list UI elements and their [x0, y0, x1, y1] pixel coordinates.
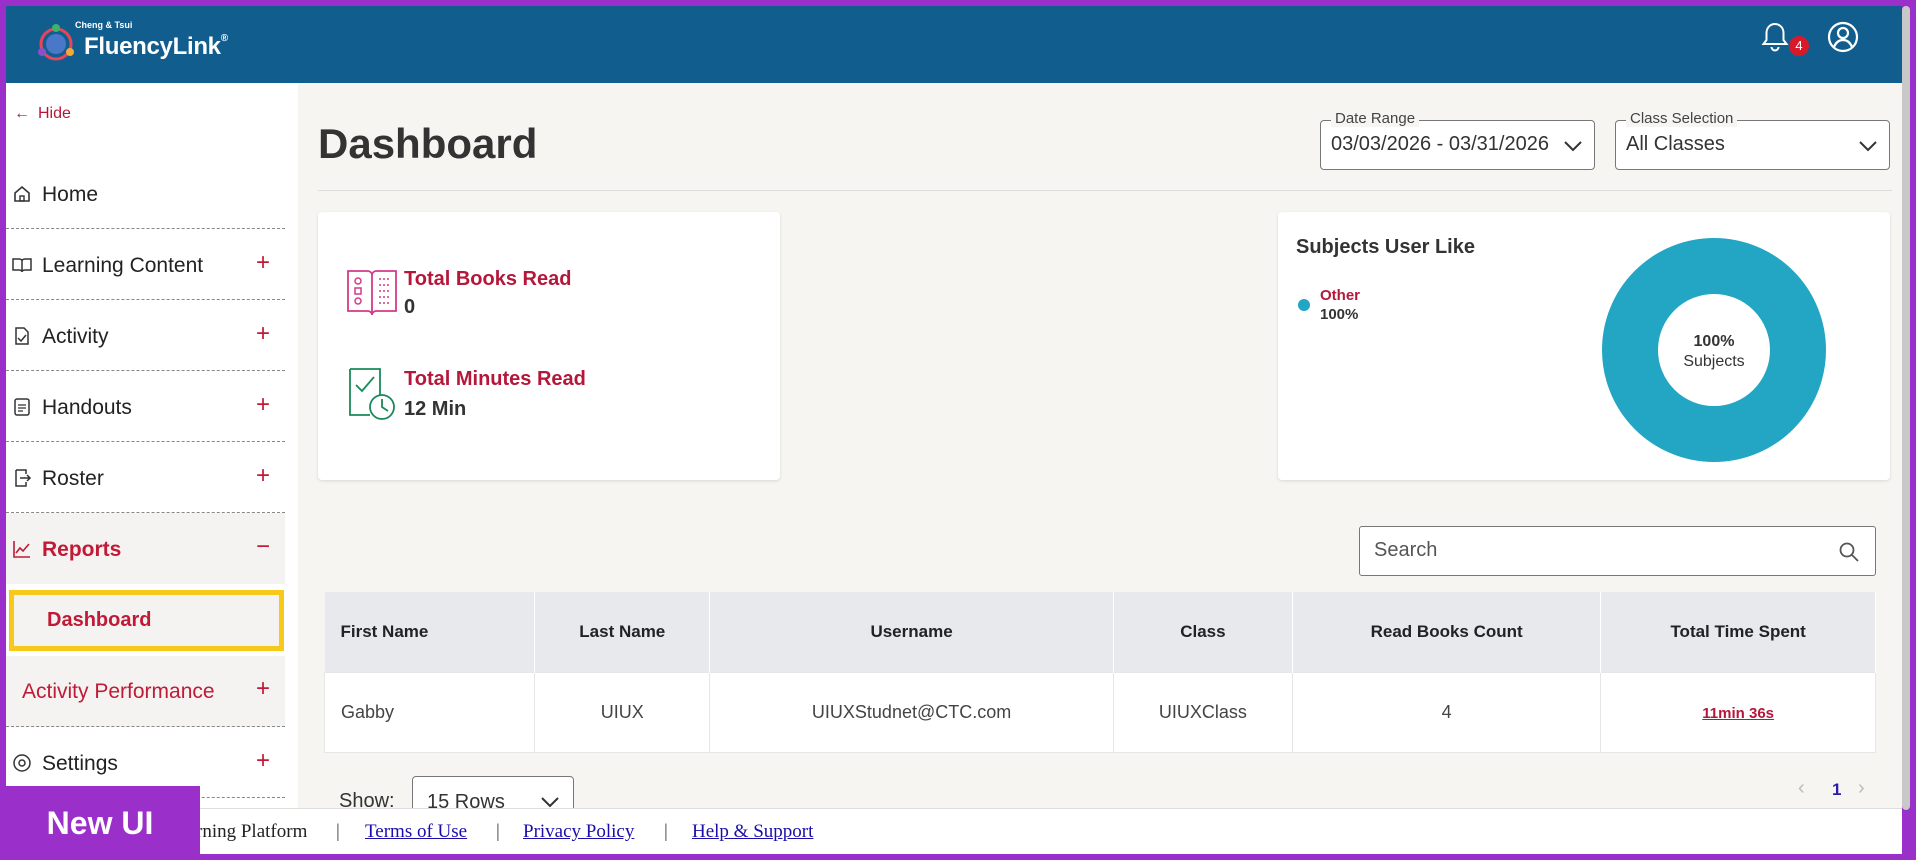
sidebar-item-home[interactable]: Home — [6, 158, 285, 229]
sidebar-item-label: Learning Content — [42, 254, 204, 277]
handout-icon — [14, 398, 30, 416]
page-title: Dashboard — [318, 120, 538, 167]
class-selection-value: All Classes — [1626, 133, 1725, 155]
search-input[interactable] — [1374, 539, 1814, 562]
sidebar-item-label: Settings — [42, 752, 118, 775]
top-bar: Cheng & Tsui FluencyLink® 4 — [6, 6, 1902, 83]
privacy-policy-link[interactable]: Privacy Policy — [523, 821, 634, 843]
footer-platform-text: rning Platform — [196, 821, 308, 842]
class-selection-dropdown[interactable]: Class Selection All Classes — [1615, 110, 1890, 170]
app-window: Cheng & Tsui FluencyLink® 4 ← Hide Home L… — [6, 6, 1902, 854]
date-range-caption: Date Range — [1331, 110, 1420, 127]
cell-total-time: 11min 36s — [1600, 671, 1876, 753]
subjects-donut-chart: 100% Subjects — [1602, 238, 1826, 462]
sidebar-item-roster[interactable]: Roster + — [6, 442, 285, 513]
donut-center-percent: 100% — [1694, 333, 1735, 350]
roster-icon — [15, 469, 32, 487]
book-list-icon — [347, 270, 397, 316]
donut-slice-other — [1602, 238, 1826, 462]
sidebar-subitem-dashboard[interactable]: Dashboard — [9, 590, 284, 651]
chart-line-icon — [13, 541, 30, 558]
column-header[interactable]: Class — [1113, 592, 1294, 672]
sidebar: ← Hide Home Learning Content + Activity +… — [6, 83, 298, 854]
expand-plus-icon[interactable]: + — [256, 675, 270, 703]
search-box — [1359, 526, 1876, 576]
column-header[interactable]: First Name — [324, 592, 536, 672]
sidebar-item-handouts[interactable]: Handouts + — [6, 371, 285, 442]
divider — [318, 190, 1892, 191]
sidebar-item-label: Handouts — [42, 396, 132, 419]
search-icon[interactable] — [1838, 541, 1860, 563]
total-minutes-value: 12 Min — [404, 398, 467, 420]
page-number[interactable]: 1 — [1832, 780, 1841, 800]
table-row: Gabby UIUX UIUXStudnet@CTC.com UIUXClass… — [323, 671, 1876, 753]
help-support-link[interactable]: Help & Support — [692, 821, 813, 843]
arrow-left-icon: ← — [14, 105, 30, 122]
chevron-down-icon — [1564, 141, 1582, 152]
legend-percent: 100% — [1320, 306, 1359, 323]
total-time-link[interactable]: 11min 36s — [1702, 705, 1774, 722]
expand-plus-icon[interactable]: + — [256, 462, 270, 490]
date-range-value: 03/03/2026 - 03/31/2026 — [1331, 133, 1549, 155]
user-account-icon[interactable] — [1826, 20, 1860, 54]
stats-card: Total Books Read 0 Total Minutes Read 12… — [318, 212, 780, 480]
expand-plus-icon[interactable]: + — [256, 249, 270, 277]
total-books-value: 0 — [404, 296, 416, 318]
sidebar-subitem-activity-performance[interactable]: Activity Performance + — [6, 656, 285, 727]
logo[interactable]: Cheng & Tsui FluencyLink® — [34, 16, 244, 66]
cell-read-books-count: 4 — [1292, 671, 1602, 753]
sidebar-item-activity[interactable]: Activity + — [6, 300, 285, 371]
column-header[interactable]: Last Name — [534, 592, 711, 672]
open-book-icon — [12, 258, 32, 273]
gear-icon — [13, 754, 31, 772]
hide-sidebar-button[interactable]: ← Hide — [14, 105, 71, 123]
sidebar-item-label: Roster — [42, 467, 104, 490]
class-selection-caption: Class Selection — [1626, 110, 1738, 127]
notification-badge: 4 — [1789, 36, 1809, 56]
column-header[interactable]: Username — [709, 592, 1114, 672]
legend-label: Other — [1320, 287, 1361, 304]
sidebar-item-reports[interactable]: Reports − — [6, 513, 285, 584]
footer-separator: | — [496, 821, 500, 842]
date-range-dropdown[interactable]: Date Range 03/03/2026 - 03/31/2026 — [1320, 110, 1595, 170]
cell-class: UIUXClass — [1112, 671, 1294, 753]
footer: rning Platform | Terms of Use | Privacy … — [6, 808, 1902, 854]
clock-check-icon — [349, 368, 395, 420]
total-books-label: Total Books Read — [404, 268, 572, 290]
sidebar-item-label: Activity — [42, 325, 109, 348]
expand-plus-icon[interactable]: + — [256, 320, 270, 348]
expand-plus-icon[interactable]: + — [256, 747, 270, 775]
subjects-title: Subjects User Like — [1296, 236, 1475, 258]
donut-center-label: Subjects — [1683, 353, 1744, 370]
table-header-row: First Name Last Name Username Class Read… — [324, 592, 1876, 672]
legend-dot — [1298, 299, 1310, 311]
new-ui-overlay-label: New UI — [0, 786, 200, 860]
terms-of-use-link[interactable]: Terms of Use — [365, 821, 467, 843]
chevron-down-icon — [1859, 141, 1877, 152]
column-header[interactable]: Total Time Spent — [1600, 592, 1876, 672]
home-icon — [14, 185, 30, 202]
prev-page-icon[interactable]: ‹ — [1798, 777, 1805, 800]
total-minutes-label: Total Minutes Read — [404, 368, 586, 390]
bell-icon[interactable] — [1758, 20, 1792, 54]
next-page-icon[interactable]: › — [1858, 777, 1865, 800]
cell-username: UIUXStudnet@CTC.com — [709, 671, 1114, 753]
collapse-minus-icon[interactable]: − — [256, 533, 270, 561]
expand-plus-icon[interactable]: + — [256, 391, 270, 419]
footer-separator: | — [336, 821, 340, 842]
brand-name: FluencyLink® — [84, 33, 228, 60]
brand-small-text: Cheng & Tsui — [75, 20, 133, 30]
column-header[interactable]: Read Books Count — [1292, 592, 1602, 672]
activity-doc-icon — [15, 327, 29, 345]
cell-last-name: UIUX — [534, 671, 711, 753]
sidebar-item-label: Reports — [42, 538, 122, 561]
footer-separator: | — [664, 821, 668, 842]
sidebar-item-label: Home — [42, 183, 99, 206]
cell-first-name: Gabby — [323, 671, 536, 753]
students-table: First Name Last Name Username Class Read… — [323, 592, 1876, 753]
page-scrollbar[interactable] — [1902, 6, 1910, 810]
sidebar-item-learning-content[interactable]: Learning Content + — [6, 229, 285, 300]
